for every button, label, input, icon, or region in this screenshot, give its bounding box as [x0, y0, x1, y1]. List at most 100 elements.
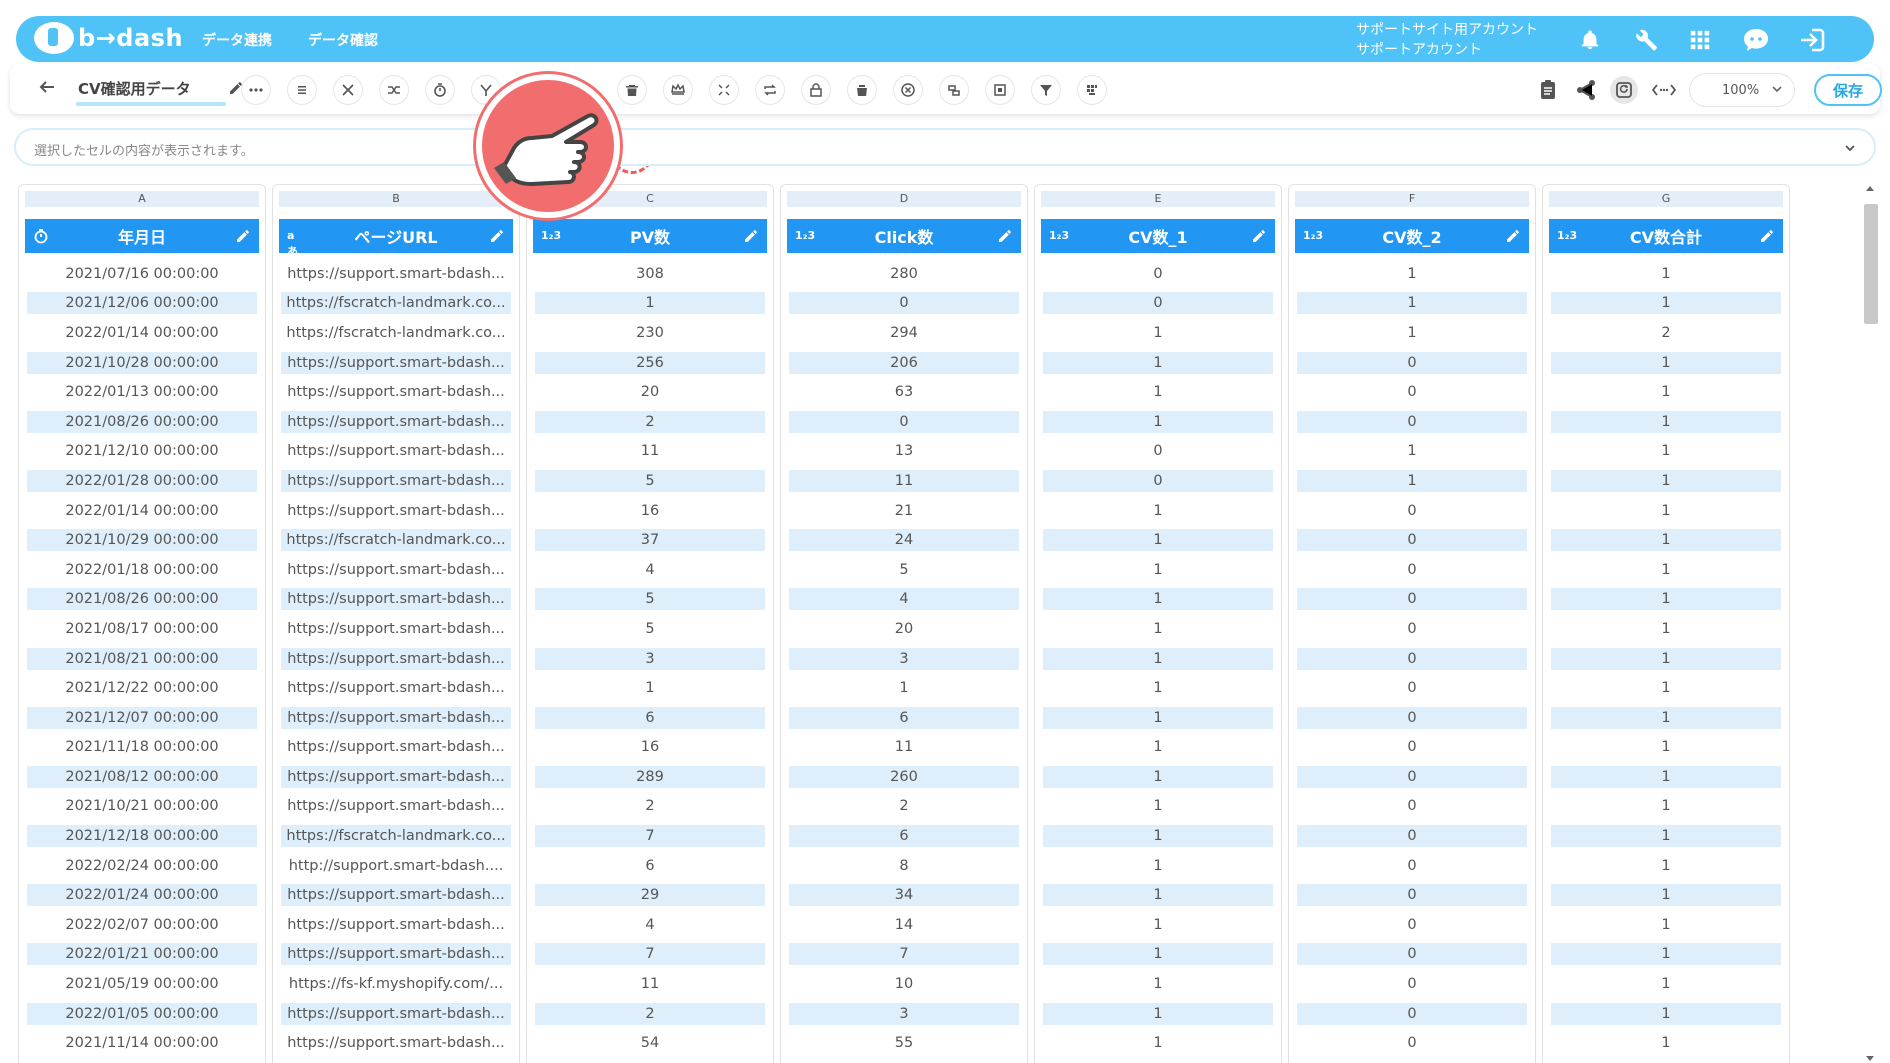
table-cell[interactable]: 1	[1041, 821, 1275, 851]
table-cell[interactable]: 0	[1295, 496, 1529, 526]
table-cell[interactable]: 29	[533, 880, 767, 910]
table-cell[interactable]: 1	[1041, 585, 1275, 615]
edit-pencil-icon[interactable]	[235, 228, 251, 244]
table-cell[interactable]: 0	[1295, 407, 1529, 437]
table-cell[interactable]: 0	[1295, 555, 1529, 585]
table-cell[interactable]: 0	[1295, 821, 1529, 851]
table-cell[interactable]: https://support.smart-bdash...	[279, 348, 513, 378]
table-cell[interactable]: 260	[787, 762, 1021, 792]
table-cell[interactable]: 280	[787, 259, 1021, 289]
table-cell[interactable]: https://support.smart-bdash...	[279, 1028, 513, 1058]
column-header[interactable]: 1₂3 PV数	[533, 219, 767, 253]
table-cell[interactable]: 1	[1549, 525, 1783, 555]
table-cell[interactable]: 1	[1549, 614, 1783, 644]
column-letter[interactable]: F	[1295, 191, 1529, 207]
table-cell[interactable]: https://fscratch-landmark.co...	[279, 289, 513, 319]
column-header[interactable]: 1₂3 CV数合計	[1549, 219, 1783, 253]
table-cell[interactable]: 0	[1295, 851, 1529, 881]
table-cell[interactable]: 1	[1295, 437, 1529, 467]
table-cell[interactable]: 1	[1295, 289, 1529, 319]
table-cell[interactable]: 2021/08/21 00:00:00	[25, 644, 259, 674]
table-cell[interactable]: 4	[533, 555, 767, 585]
table-cell[interactable]: 1	[1549, 407, 1783, 437]
table-cell[interactable]: 1	[1041, 792, 1275, 822]
table-cell[interactable]: 1	[1549, 466, 1783, 496]
table-cell[interactable]: 0	[1295, 1028, 1529, 1058]
table-cell[interactable]: 1	[1549, 733, 1783, 763]
table-cell[interactable]: 1	[1549, 555, 1783, 585]
table-cell[interactable]: 1	[1549, 762, 1783, 792]
table-cell[interactable]: 2022/01/14 00:00:00	[25, 496, 259, 526]
table-cell[interactable]: https://support.smart-bdash...	[279, 614, 513, 644]
table-cell[interactable]: 16	[533, 496, 767, 526]
table-cell[interactable]: 2022/01/21 00:00:00	[25, 940, 259, 970]
table-cell[interactable]: 1	[1549, 910, 1783, 940]
table-cell[interactable]: 2021/10/29 00:00:00	[25, 525, 259, 555]
save-button[interactable]: 保存	[1814, 74, 1882, 106]
more-options-icon[interactable]	[242, 76, 270, 104]
table-cell[interactable]: 1	[1041, 851, 1275, 881]
table-cell[interactable]: 1	[1549, 1028, 1783, 1058]
grid-icon[interactable]	[1684, 24, 1716, 56]
table-cell[interactable]: 0	[1295, 525, 1529, 555]
table-cell[interactable]: 2021/08/17 00:00:00	[25, 614, 259, 644]
table-cell[interactable]: 14	[787, 910, 1021, 940]
table-cell[interactable]: https://support.smart-bdash...	[279, 880, 513, 910]
table-cell[interactable]: https://support.smart-bdash...	[279, 733, 513, 763]
table-cell[interactable]: 1	[1041, 762, 1275, 792]
table-cell[interactable]: 1	[1549, 673, 1783, 703]
table-cell[interactable]: 0	[1295, 999, 1529, 1029]
chevron-down-icon[interactable]	[1842, 140, 1858, 156]
table-cell[interactable]: 2022/02/07 00:00:00	[25, 910, 259, 940]
table-cell[interactable]: 1	[1549, 437, 1783, 467]
table-cell[interactable]: 1	[1549, 585, 1783, 615]
table-cell[interactable]: 0	[1295, 644, 1529, 674]
vertical-scrollbar[interactable]	[1862, 184, 1878, 1063]
table-cell[interactable]: 0	[1041, 466, 1275, 496]
cell-content-bar[interactable]: 選択したセルの内容が表示されます。	[14, 128, 1876, 166]
table-cell[interactable]: 2021/08/26 00:00:00	[25, 585, 259, 615]
table-cell[interactable]: 1	[1549, 821, 1783, 851]
table-cell[interactable]: 7	[533, 821, 767, 851]
table-cell[interactable]: 1	[1041, 348, 1275, 378]
table-cell[interactable]: 2021/11/14 00:00:00	[25, 1028, 259, 1058]
table-cell[interactable]: 1	[1041, 377, 1275, 407]
table-cell[interactable]: 3	[787, 999, 1021, 1029]
table-cell[interactable]: https://support.smart-bdash...	[279, 259, 513, 289]
table-cell[interactable]: 0	[1041, 259, 1275, 289]
code-icon[interactable]	[1650, 76, 1678, 104]
table-cell[interactable]: https://support.smart-bdash...	[279, 910, 513, 940]
merge-columns-icon[interactable]	[380, 76, 408, 104]
table-cell[interactable]: 5	[533, 466, 767, 496]
table-cell[interactable]: 11	[533, 437, 767, 467]
table-cell[interactable]: 2022/01/14 00:00:00	[25, 318, 259, 348]
table-cell[interactable]: https://support.smart-bdash...	[279, 999, 513, 1029]
tools-icon[interactable]	[334, 76, 362, 104]
column-letter[interactable]: G	[1549, 191, 1783, 207]
bucket-icon[interactable]	[848, 76, 876, 104]
table-cell[interactable]: https://fs-kf.myshopify.com/...	[279, 969, 513, 999]
table-cell[interactable]: 2021/12/22 00:00:00	[25, 673, 259, 703]
table-cell[interactable]: 1	[1549, 259, 1783, 289]
table-cell[interactable]: 2021/11/18 00:00:00	[25, 733, 259, 763]
table-cell[interactable]: 0	[1295, 377, 1529, 407]
table-cell[interactable]: 1	[1041, 880, 1275, 910]
table-cell[interactable]: https://support.smart-bdash...	[279, 762, 513, 792]
column-header[interactable]: 1₂3 Click数	[787, 219, 1021, 253]
table-cell[interactable]: 0	[1295, 940, 1529, 970]
table-cell[interactable]: 1	[1549, 644, 1783, 674]
table-cell[interactable]: 4	[787, 585, 1021, 615]
table-cell[interactable]: 256	[533, 348, 767, 378]
table-cell[interactable]: 5	[533, 585, 767, 615]
repeat-icon[interactable]	[756, 76, 784, 104]
nav-link-data-integration[interactable]: データ連携	[202, 30, 272, 50]
table-cell[interactable]: 1	[1549, 348, 1783, 378]
table-cell[interactable]: 2022/01/05 00:00:00	[25, 999, 259, 1029]
table-cell[interactable]: 0	[1295, 673, 1529, 703]
wrench-icon[interactable]	[1630, 24, 1662, 56]
table-cell[interactable]: 2	[1549, 318, 1783, 348]
table-cell[interactable]: https://support.smart-bdash...	[279, 377, 513, 407]
column-header[interactable]: 年月日	[25, 219, 259, 253]
table-cell[interactable]: 0	[1295, 969, 1529, 999]
column-letter[interactable]: E	[1041, 191, 1275, 207]
